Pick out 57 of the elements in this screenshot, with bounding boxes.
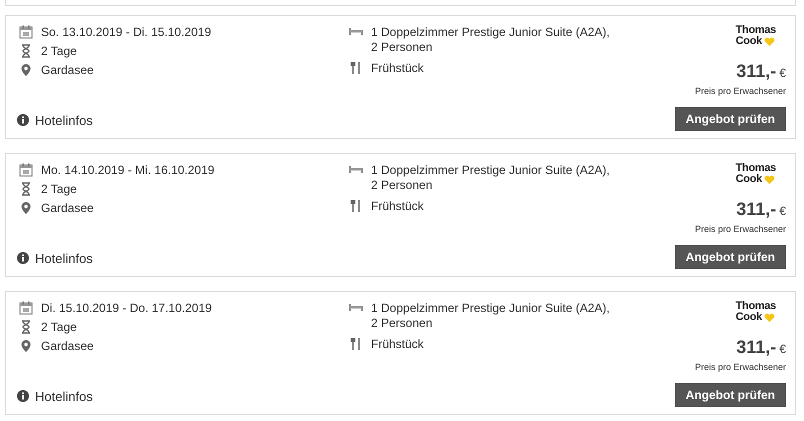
- price-note: Preis pro Erwachsener: [694, 85, 786, 98]
- info-icon: [17, 390, 29, 402]
- check-offer-button[interactable]: Angebot prüfen: [674, 382, 786, 406]
- travel-dates: So. 13.10.2019 - Di. 15.10.2019: [41, 25, 212, 40]
- duration-text: 2 Tage: [41, 182, 77, 197]
- info-icon: [17, 252, 29, 264]
- calendar-icon: [19, 25, 33, 39]
- room-text: 1 Doppelzimmer Prestige Junior Suite (A2A),: [371, 25, 610, 40]
- board-text: Frühstück: [371, 61, 424, 76]
- hotel-info-link[interactable]: Hotelinfos: [35, 386, 93, 406]
- location-pin-icon: [19, 63, 33, 77]
- location-text: Gardasee: [41, 339, 94, 354]
- currency-symbol: €: [779, 203, 786, 220]
- persons-text: 2 Personen: [371, 178, 434, 193]
- hourglass-icon: [19, 182, 33, 196]
- board-text: Frühstück: [371, 337, 424, 352]
- location-pin-icon: [19, 201, 33, 215]
- cutlery-icon: [349, 337, 363, 351]
- heart-icon: [764, 313, 775, 322]
- travel-dates: Mo. 14.10.2019 - Mi. 16.10.2019: [41, 163, 214, 178]
- cutlery-icon: [349, 61, 363, 75]
- room-text: 1 Doppelzimmer Prestige Junior Suite (A2A),: [371, 301, 610, 316]
- heart-icon: [764, 175, 775, 184]
- travel-dates: Di. 15.10.2019 - Do. 17.10.2019: [41, 301, 212, 316]
- persons-text: 2 Personen: [371, 316, 434, 331]
- check-offer-button[interactable]: Angebot prüfen: [674, 106, 786, 130]
- info-icon: [17, 114, 29, 126]
- hourglass-icon: [19, 320, 33, 334]
- operator-logo-text: Thomas: [736, 301, 776, 312]
- calendar-icon: [19, 163, 33, 177]
- hourglass-icon: [19, 44, 33, 58]
- operator-logo-text: Thomas: [736, 163, 776, 174]
- operator-logo-text: Thomas: [736, 25, 776, 36]
- price-amount: 311,-: [736, 337, 776, 357]
- hotel-info-link[interactable]: Hotelinfos: [35, 248, 93, 268]
- persons-text: 2 Personen: [371, 40, 434, 55]
- price-amount: 311,-: [736, 61, 776, 81]
- operator-logo-text: Cook: [736, 312, 762, 323]
- board-text: Frühstück: [371, 199, 424, 214]
- cutlery-icon: [349, 199, 363, 213]
- room-text: 1 Doppelzimmer Prestige Junior Suite (A2A),: [371, 163, 610, 178]
- duration-text: 2 Tage: [41, 44, 77, 59]
- price-amount: 311,-: [736, 199, 776, 219]
- duration-text: 2 Tage: [41, 320, 77, 335]
- price-note: Preis pro Erwachsener: [694, 361, 786, 374]
- currency-symbol: €: [779, 65, 786, 82]
- price-note: Preis pro Erwachsener: [694, 223, 786, 236]
- location-pin-icon: [19, 339, 33, 353]
- calendar-icon: [19, 301, 33, 315]
- currency-symbol: €: [779, 341, 786, 358]
- operator-logo-text: Cook: [736, 174, 762, 185]
- location-text: Gardasee: [41, 201, 94, 216]
- hotel-info-link[interactable]: Hotelinfos: [35, 110, 93, 130]
- check-offer-button[interactable]: Angebot prüfen: [674, 244, 786, 268]
- heart-icon: [764, 37, 775, 46]
- location-text: Gardasee: [41, 63, 94, 78]
- operator-logo-text: Cook: [736, 36, 762, 47]
